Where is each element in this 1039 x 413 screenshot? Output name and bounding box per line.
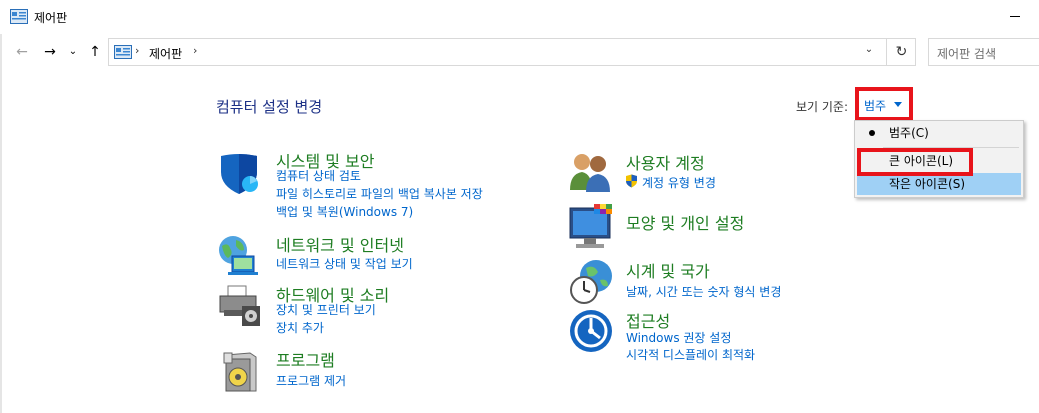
shield-icon <box>221 154 258 194</box>
window-title: 제어판 <box>34 11 68 25</box>
selected-bullet-icon <box>869 130 875 136</box>
link-backup-restore[interactable]: 백업 및 복원(Windows 7) <box>276 203 413 220</box>
search-input[interactable]: 제어판 검색 <box>928 38 1039 66</box>
users-icon <box>570 154 610 192</box>
recent-locations-chevron-icon[interactable]: ⌄ <box>66 42 80 62</box>
forward-arrow-icon[interactable]: → <box>40 42 60 62</box>
menu-item-category[interactable]: 범주(C) <box>857 122 1021 144</box>
breadcrumb-chevron-icon[interactable]: › <box>193 44 197 57</box>
breadcrumb-control-panel[interactable]: 제어판 <box>149 45 182 62</box>
navigation-bar: ← → ⌄ ↑ › 제어판 › ⌄ ↻ 제어판 검색 <box>0 34 1039 72</box>
control-panel-icon <box>114 45 132 59</box>
programs-box-icon <box>223 352 257 392</box>
uac-shield-icon <box>626 174 637 188</box>
link-file-history[interactable]: 파일 히스토리로 파일의 백업 복사본 저장 <box>276 185 483 202</box>
category-title-users[interactable]: 사용자 계정 <box>626 150 705 174</box>
monitor-palette-icon <box>569 204 612 248</box>
clock-globe-icon <box>570 260 612 304</box>
minimize-button[interactable] <box>1000 6 1030 28</box>
up-arrow-icon[interactable]: ↑ <box>84 42 106 62</box>
printer-icon <box>219 285 260 326</box>
title-bar: 제어판 <box>0 0 1039 34</box>
link-windows-recommended[interactable]: Windows 권장 설정 <box>626 329 731 346</box>
category-title-appearance[interactable]: 모양 및 개인 설정 <box>626 210 744 234</box>
link-uninstall-program[interactable]: 프로그램 제거 <box>276 372 346 389</box>
chevron-down-icon[interactable]: ⌄ <box>861 44 877 55</box>
back-arrow-icon[interactable]: ← <box>12 42 32 62</box>
search-placeholder: 제어판 검색 <box>937 47 997 61</box>
category-title-network[interactable]: 네트워크 및 인터넷 <box>276 232 404 256</box>
highlight-box-view-dropdown <box>855 87 913 121</box>
link-change-date-format[interactable]: 날짜, 시간 또는 숫자 형식 변경 <box>626 283 781 300</box>
address-bar[interactable]: › 제어판 › ⌄ ↻ <box>108 38 916 66</box>
link-optimize-display[interactable]: 시각적 디스플레이 최적화 <box>626 346 755 363</box>
highlight-box-large-icons <box>857 148 973 176</box>
menu-item-small-icons[interactable]: 작은 아이콘(S) <box>857 173 1021 195</box>
link-review-status[interactable]: 컴퓨터 상태 검토 <box>276 167 361 184</box>
breadcrumb-chevron-icon[interactable]: › <box>135 44 139 57</box>
link-change-account-type[interactable]: 계정 유형 변경 <box>642 174 716 191</box>
link-add-device[interactable]: 장치 추가 <box>276 319 324 336</box>
link-devices-printers[interactable]: 장치 및 프린터 보기 <box>276 301 376 318</box>
refresh-icon[interactable]: ↻ <box>886 39 916 65</box>
category-title-programs[interactable]: 프로그램 <box>276 347 335 371</box>
view-by-label: 보기 기준: <box>796 100 849 114</box>
control-panel-icon <box>10 9 28 24</box>
category-title-clock[interactable]: 시계 및 국가 <box>626 258 710 282</box>
link-network-status[interactable]: 네트워크 상태 및 작업 보기 <box>276 255 413 272</box>
page-title: 컴퓨터 설정 변경 <box>216 98 323 116</box>
ease-of-access-icon <box>570 310 612 352</box>
network-globe-icon <box>219 236 258 275</box>
